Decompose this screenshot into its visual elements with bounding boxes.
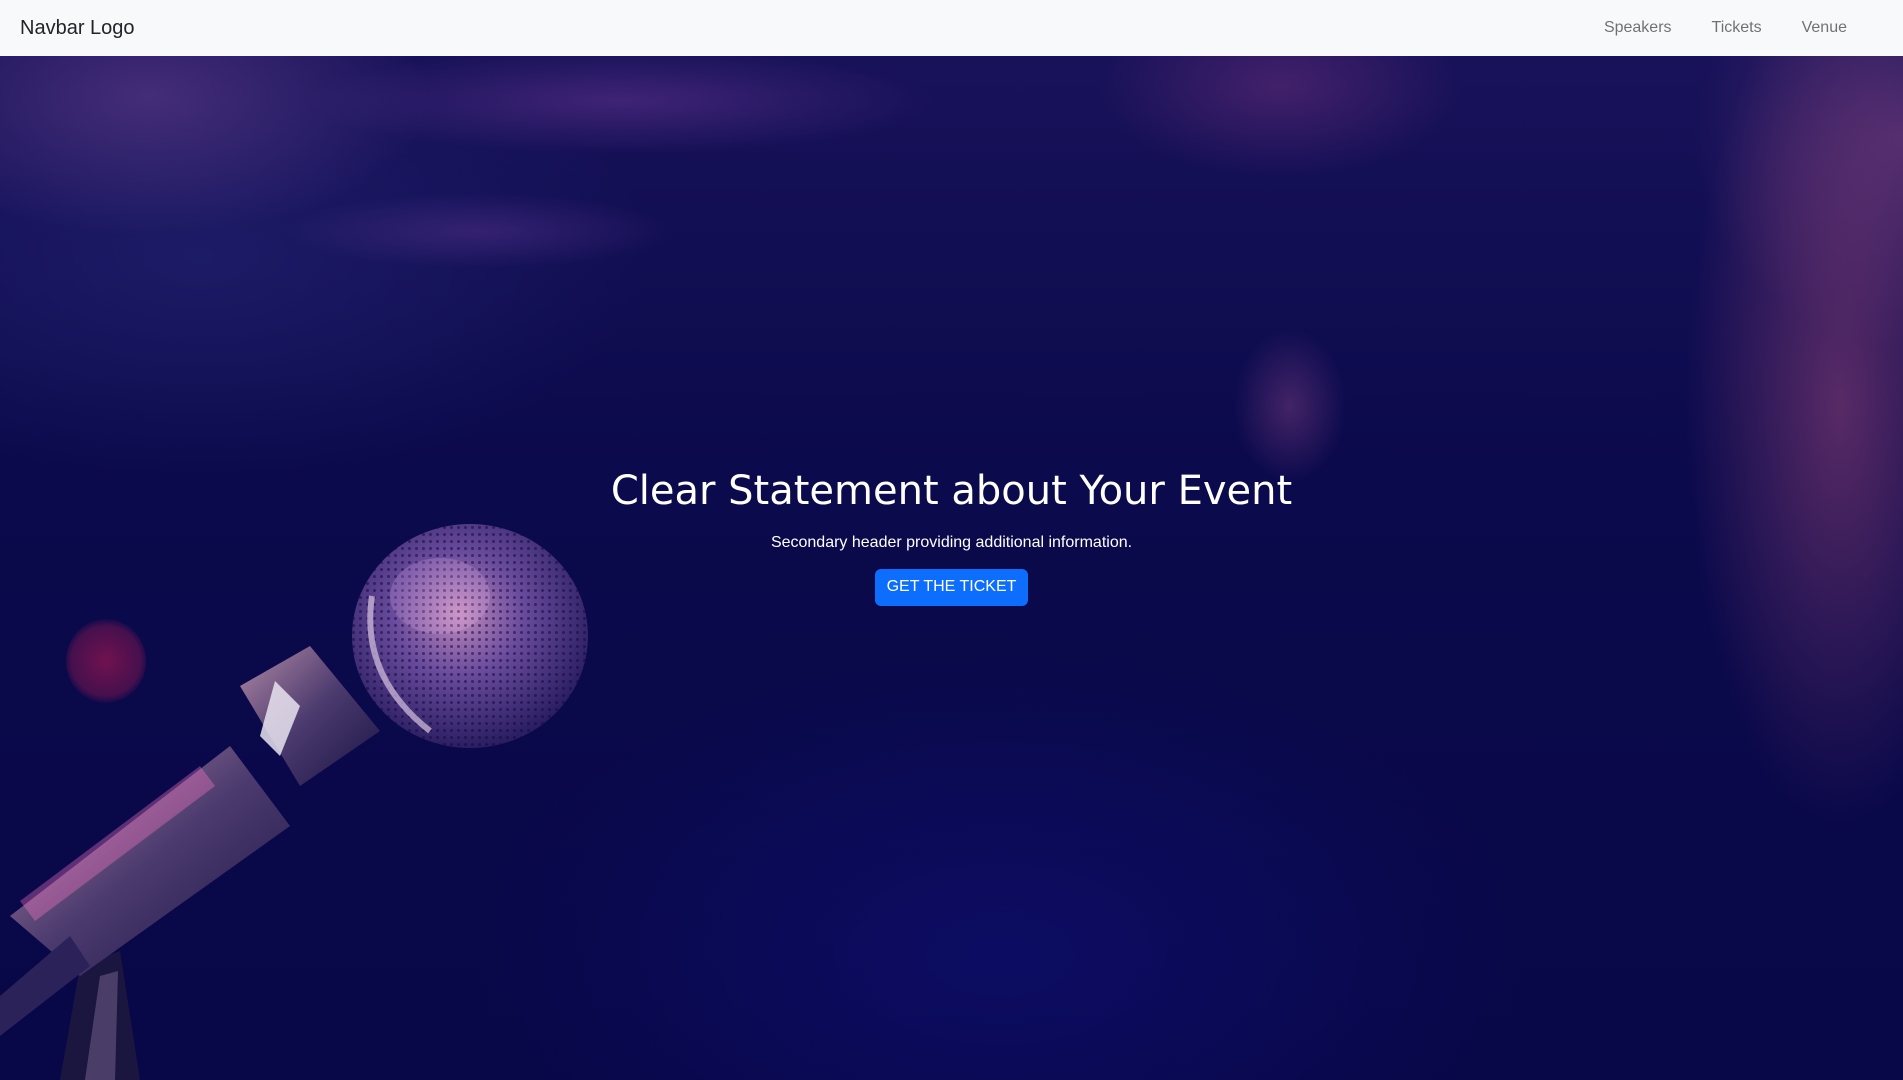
hero-subtitle: Secondary header providing additional in… <box>770 534 1133 551</box>
nav-link-speakers[interactable]: Speakers <box>1584 11 1692 45</box>
navbar-logo[interactable]: Navbar Logo <box>20 17 135 40</box>
get-ticket-button[interactable]: GET THE TICKET <box>874 569 1029 606</box>
hero-content: Clear Statement about Your Event Seconda… <box>0 467 1903 606</box>
navbar-links: Speakers Tickets Venue <box>1584 11 1883 45</box>
hero-title: Clear Statement about Your Event <box>610 468 1293 514</box>
navbar: Navbar Logo Speakers Tickets Venue <box>0 0 1903 56</box>
nav-link-venue[interactable]: Venue <box>1782 11 1867 45</box>
nav-link-tickets[interactable]: Tickets <box>1692 11 1782 45</box>
hero-section: Clear Statement about Your Event Seconda… <box>0 56 1903 1080</box>
